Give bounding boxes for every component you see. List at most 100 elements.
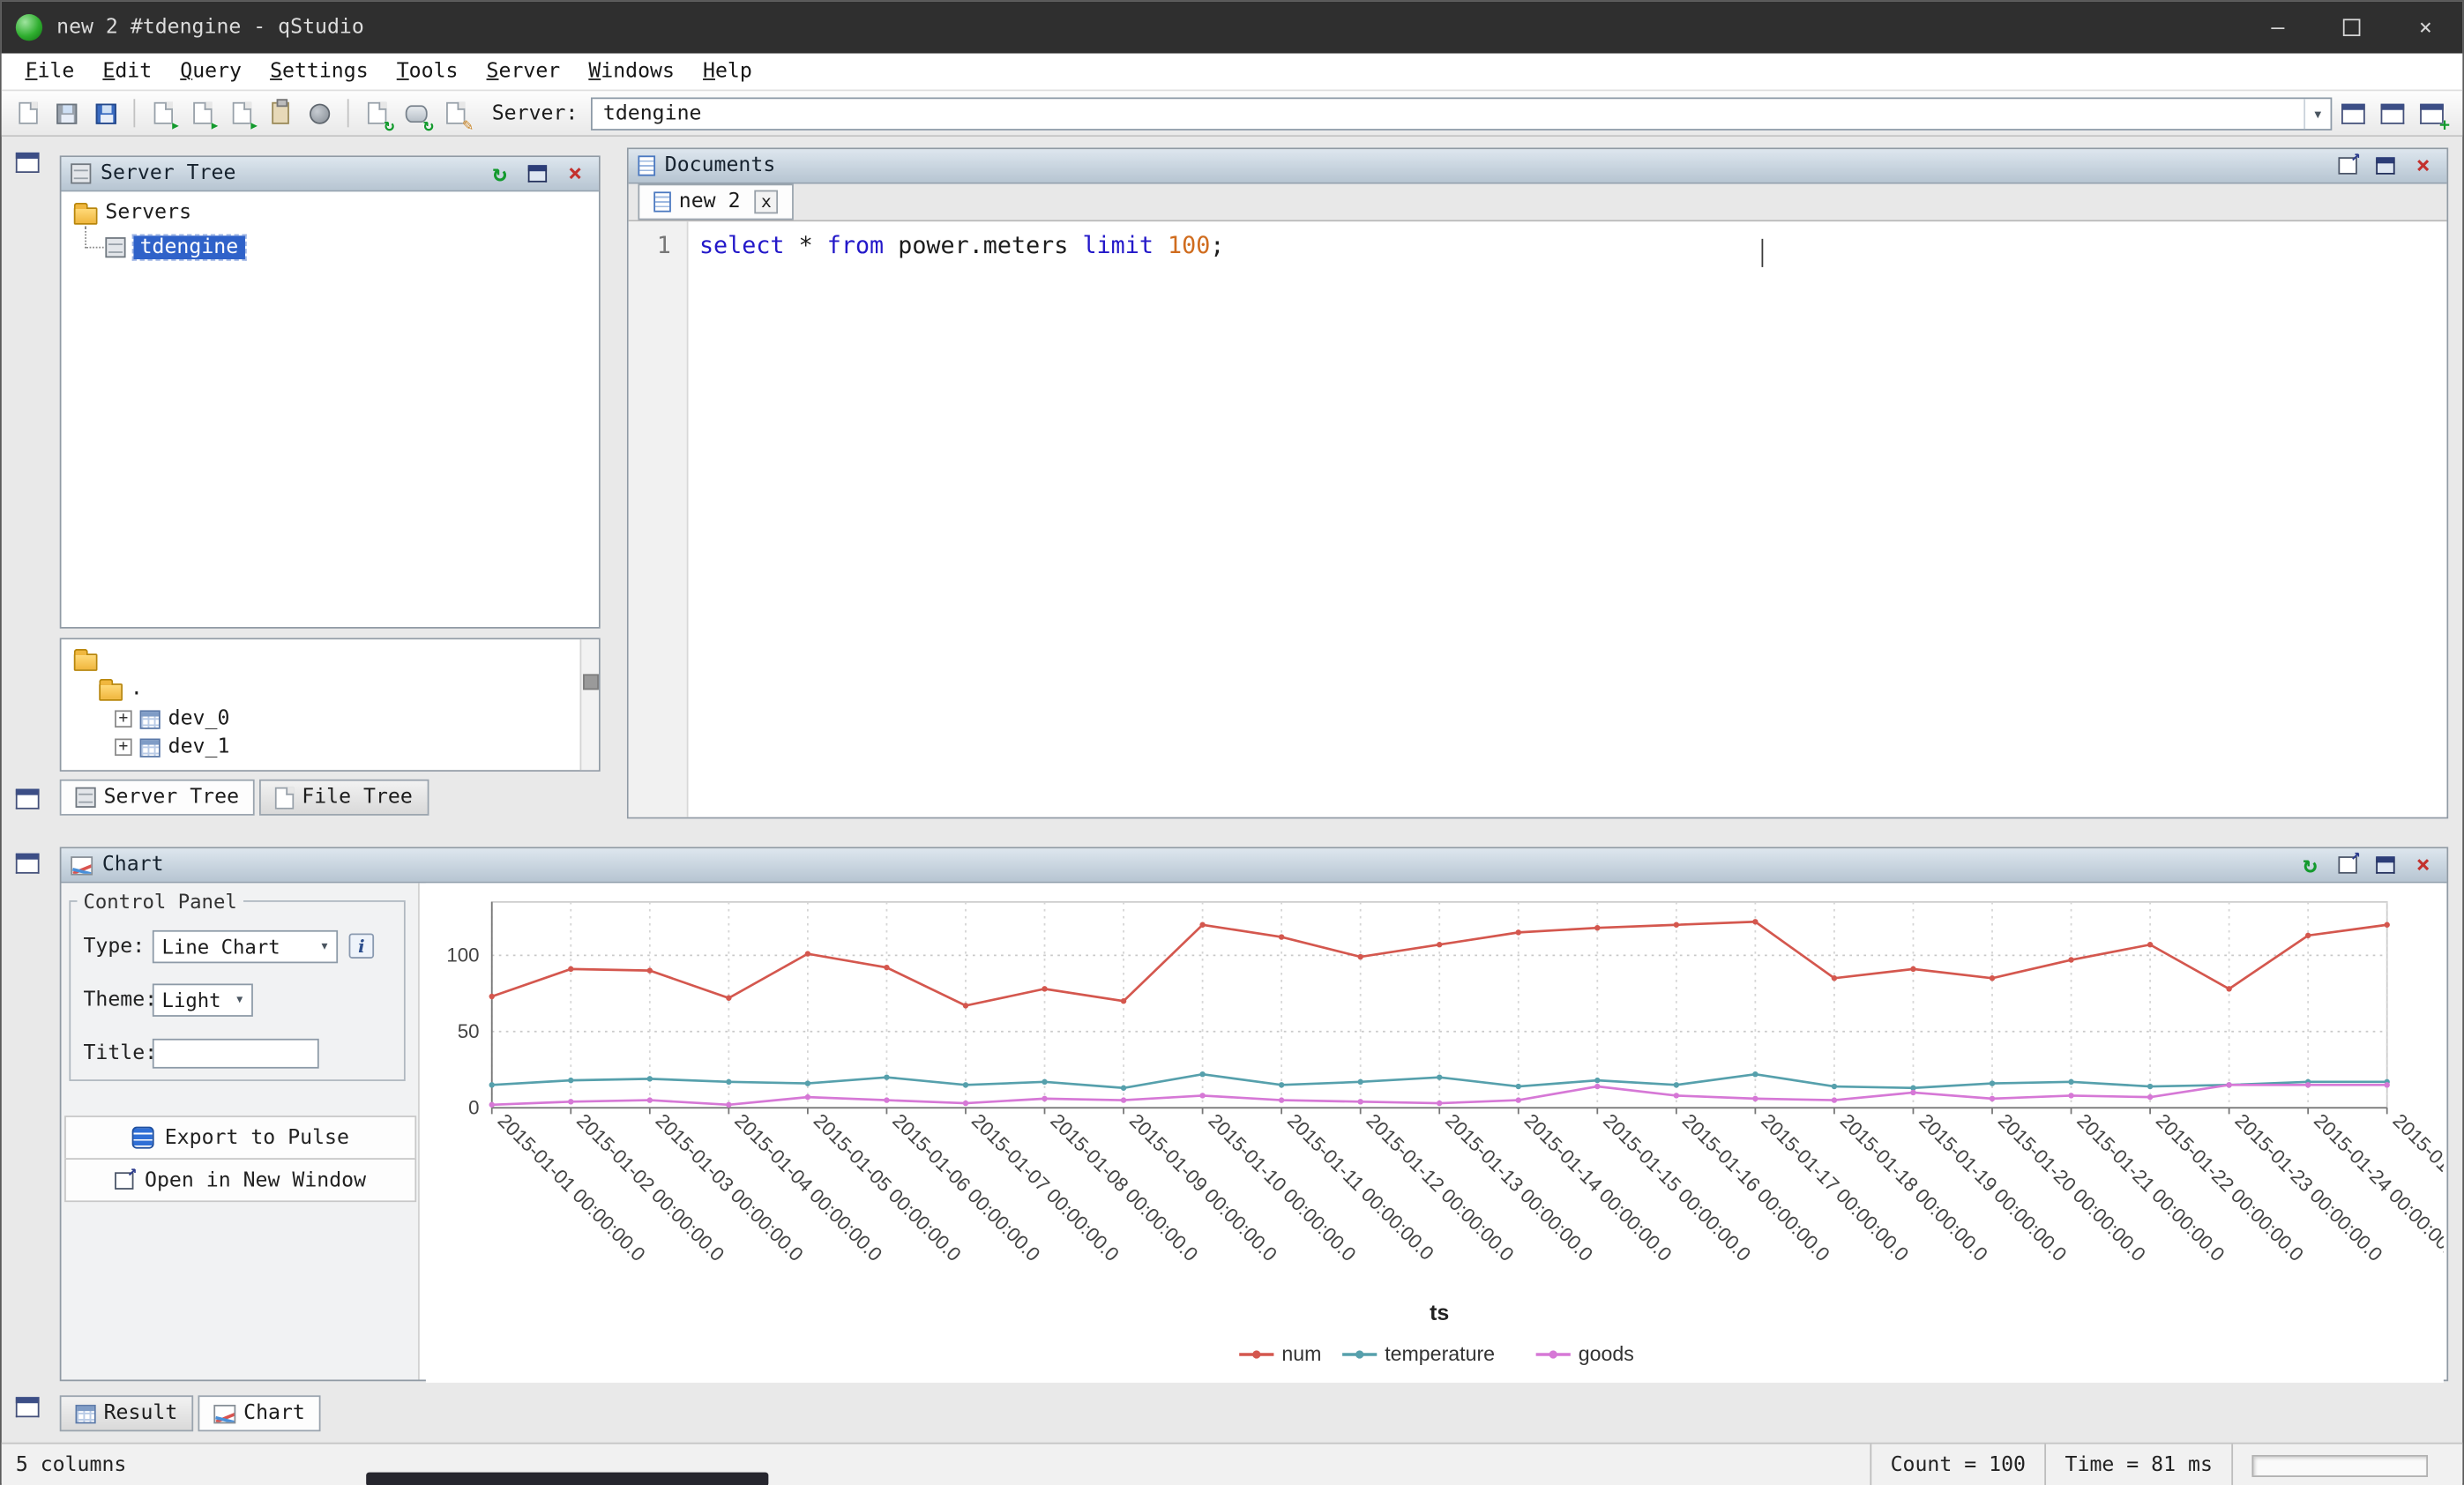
layout-editor-button[interactable] <box>2374 95 2410 131</box>
tab-label: new 2 <box>679 190 741 214</box>
chart-type-select[interactable]: Line Chart ▾ <box>153 929 338 962</box>
open-file-button[interactable] <box>49 95 85 131</box>
svg-text:2015-01-03 00:00:00.0: 2015-01-03 00:00:00.0 <box>652 1109 808 1265</box>
open-in-new-window-button[interactable]: ↗ Open in New Window <box>64 1158 416 1202</box>
dock-restore-icon-bottom-left[interactable] <box>16 854 40 874</box>
tab-chart[interactable]: Chart <box>198 1395 320 1431</box>
tab-result[interactable]: Result <box>60 1395 193 1431</box>
tab-server-tree[interactable]: Server Tree <box>60 780 255 816</box>
documents-icon <box>638 155 655 175</box>
close-button[interactable]: × <box>2388 2 2462 54</box>
table-icon <box>140 710 161 728</box>
pulse-icon <box>131 1127 153 1149</box>
svg-text:2015-01-13 00:00:00.0: 2015-01-13 00:00:00.0 <box>1441 1109 1597 1265</box>
close-panel-icon[interactable]: × <box>2409 152 2438 180</box>
expand-icon[interactable]: + <box>115 738 132 756</box>
dock-window-icon-bottom[interactable] <box>16 1397 40 1417</box>
svg-text:50: 50 <box>458 1020 480 1042</box>
close-tab-icon[interactable]: x <box>755 190 779 214</box>
expand-icon[interactable]: + <box>115 710 132 728</box>
refresh-server-button[interactable]: ↻ <box>398 95 434 131</box>
desktop-background-artifact <box>366 1473 768 1485</box>
menu-file[interactable]: File <box>11 56 88 86</box>
tree-item-dev-0[interactable]: + dev_0 <box>115 705 229 732</box>
copy-button[interactable] <box>263 95 299 131</box>
tab-file-tree[interactable]: File Tree <box>259 780 428 816</box>
svg-text:2015-01-15 00:00:00.0: 2015-01-15 00:00:00.0 <box>1599 1109 1755 1265</box>
chart-theme-select[interactable]: Light ▾ <box>153 983 253 1016</box>
scrollbar-thumb[interactable] <box>583 674 599 690</box>
file-tree-mini-panel: . + dev_0 + dev_1 <box>60 638 601 771</box>
menu-server[interactable]: Server <box>473 56 575 86</box>
edit-server-button[interactable]: ✎ <box>437 95 473 131</box>
dock-window-icon-left[interactable] <box>16 789 40 810</box>
chart-panel: Chart ↻ ↗ × Control Panel Type: Line Cha… <box>60 847 2448 1381</box>
chart-title-input[interactable] <box>153 1038 319 1068</box>
chevron-down-icon: ▾ <box>313 937 337 955</box>
title-label: Title: <box>83 1041 157 1065</box>
close-panel-icon[interactable]: × <box>2409 851 2438 879</box>
new-document-button[interactable] <box>10 95 46 131</box>
status-time: Time = 81 ms <box>2044 1444 2231 1485</box>
server-tree-icon <box>71 163 91 183</box>
file-icon <box>275 787 294 809</box>
run-line-button[interactable]: ▸ <box>183 95 220 131</box>
tab-label: Server Tree <box>104 786 239 810</box>
popout-arrow-icon: ↗ <box>2351 147 2361 165</box>
toolbar-separator <box>347 99 349 127</box>
tree-item-dot[interactable]: . <box>99 675 143 702</box>
svg-text:2015-01-17 00:00:00.0: 2015-01-17 00:00:00.0 <box>1757 1109 1913 1265</box>
menu-edit[interactable]: Edit <box>88 56 166 86</box>
chevron-down-icon[interactable]: ▾ <box>2303 98 2330 128</box>
tab-new-2[interactable]: new 2 x <box>638 183 794 220</box>
run-query-button[interactable]: ▸ <box>145 95 181 131</box>
maximize-panel-icon[interactable] <box>2371 851 2400 879</box>
menu-query[interactable]: Query <box>166 56 256 86</box>
text-caret <box>1762 239 1764 267</box>
layout-panel-button[interactable] <box>2335 95 2371 131</box>
save-button[interactable] <box>88 95 124 131</box>
menu-tools[interactable]: Tools <box>383 56 473 86</box>
popout-panel-icon[interactable]: ↗ <box>2333 152 2362 180</box>
tree-item-root-folder[interactable] <box>74 645 98 672</box>
new-document-icon <box>18 102 36 124</box>
add-panel-button[interactable]: + <box>2414 95 2450 131</box>
svg-text:2015-01-22 00:00:00.0: 2015-01-22 00:00:00.0 <box>2152 1109 2308 1265</box>
run-selection-button[interactable]: ▸ <box>223 95 259 131</box>
document-tabbar: new 2 x <box>629 183 2447 221</box>
minimize-button[interactable]: — <box>2241 2 2315 54</box>
status-columns: 5 columns <box>2 1453 127 1477</box>
tree-item-dev-1[interactable]: + dev_1 <box>115 734 229 760</box>
export-to-pulse-button[interactable]: Export to Pulse <box>64 1116 416 1160</box>
sql-editor[interactable]: 1 select * from power.meters limit 100; <box>629 221 2447 817</box>
refresh-icon[interactable]: ↻ <box>2296 851 2324 879</box>
pencil-icon: ✎ <box>463 116 474 133</box>
server-combobox[interactable]: tdengine ▾ <box>591 97 2333 130</box>
stop-query-button[interactable] <box>302 95 338 131</box>
refresh-icon[interactable]: ↻ <box>486 160 514 188</box>
popout-icon: ↗ <box>2338 856 2356 874</box>
menu-windows[interactable]: Windows <box>574 56 689 86</box>
tree-item-tdengine[interactable]: tdengine <box>105 235 244 261</box>
popout-panel-icon[interactable]: ↗ <box>2333 851 2362 879</box>
menu-settings[interactable]: Settings <box>256 56 383 86</box>
svg-text:2015-01-20 00:00:00.0: 2015-01-20 00:00:00.0 <box>1994 1109 2150 1265</box>
left-dock-tabs: Server Tree File Tree <box>60 774 433 815</box>
maximize-panel-icon[interactable] <box>523 160 551 188</box>
popout-icon: ↗ <box>115 1171 133 1189</box>
info-icon[interactable]: i <box>349 933 375 959</box>
svg-text:2015-01-16 00:00:00.0: 2015-01-16 00:00:00.0 <box>1678 1109 1834 1265</box>
chart-icon <box>213 1404 235 1422</box>
close-panel-icon[interactable]: × <box>561 160 589 188</box>
refresh-document-button[interactable]: ↻ <box>358 95 394 131</box>
bottom-dock-tabs: Result Chart <box>60 1391 325 1431</box>
dock-restore-icon-top-left[interactable] <box>16 153 40 173</box>
app-logo-icon <box>16 14 42 41</box>
tree-item-servers[interactable]: Servers <box>74 199 191 226</box>
maximize-button[interactable] <box>2315 2 2389 54</box>
scrollbar[interactable] <box>580 639 599 770</box>
documents-panel: Documents ↗ × new 2 x 1 select * from po… <box>627 147 2448 818</box>
menu-help[interactable]: Help <box>689 56 766 86</box>
svg-text:2015-01-21 00:00:00.0: 2015-01-21 00:00:00.0 <box>2072 1109 2229 1265</box>
maximize-panel-icon[interactable] <box>2371 152 2400 180</box>
